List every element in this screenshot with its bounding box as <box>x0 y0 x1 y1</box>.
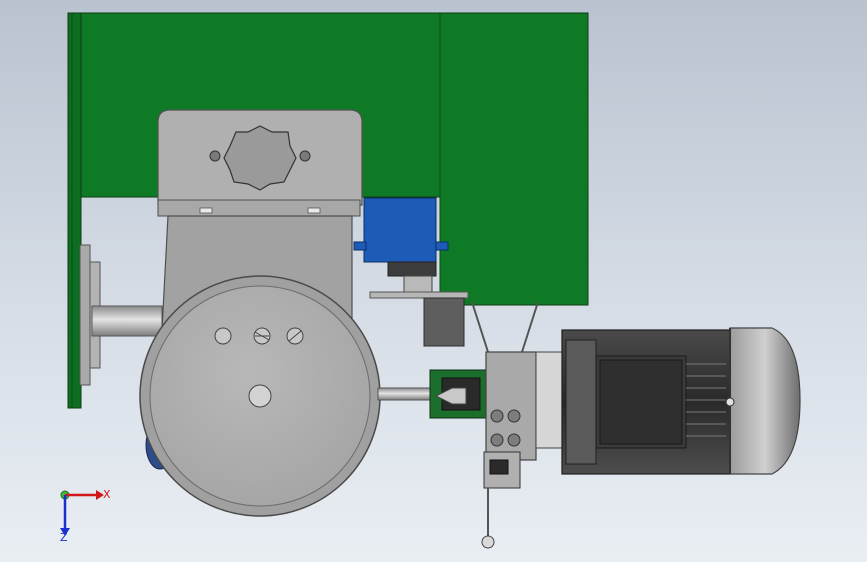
mounting-plate[interactable] <box>157 109 363 217</box>
cad-model-view[interactable]: X Y Z <box>0 0 867 562</box>
x-axis-label: X <box>103 488 111 501</box>
oil-pump[interactable] <box>429 351 567 549</box>
z-axis-label: Z <box>60 531 68 544</box>
coordinate-triad: X Y Z <box>60 488 111 544</box>
cad-viewport[interactable]: X Y Z <box>0 0 867 562</box>
burner-body[interactable] <box>139 215 381 517</box>
star-knob-icon[interactable] <box>223 125 297 191</box>
electric-motor[interactable] <box>561 327 801 475</box>
blue-actuator[interactable] <box>353 197 449 293</box>
